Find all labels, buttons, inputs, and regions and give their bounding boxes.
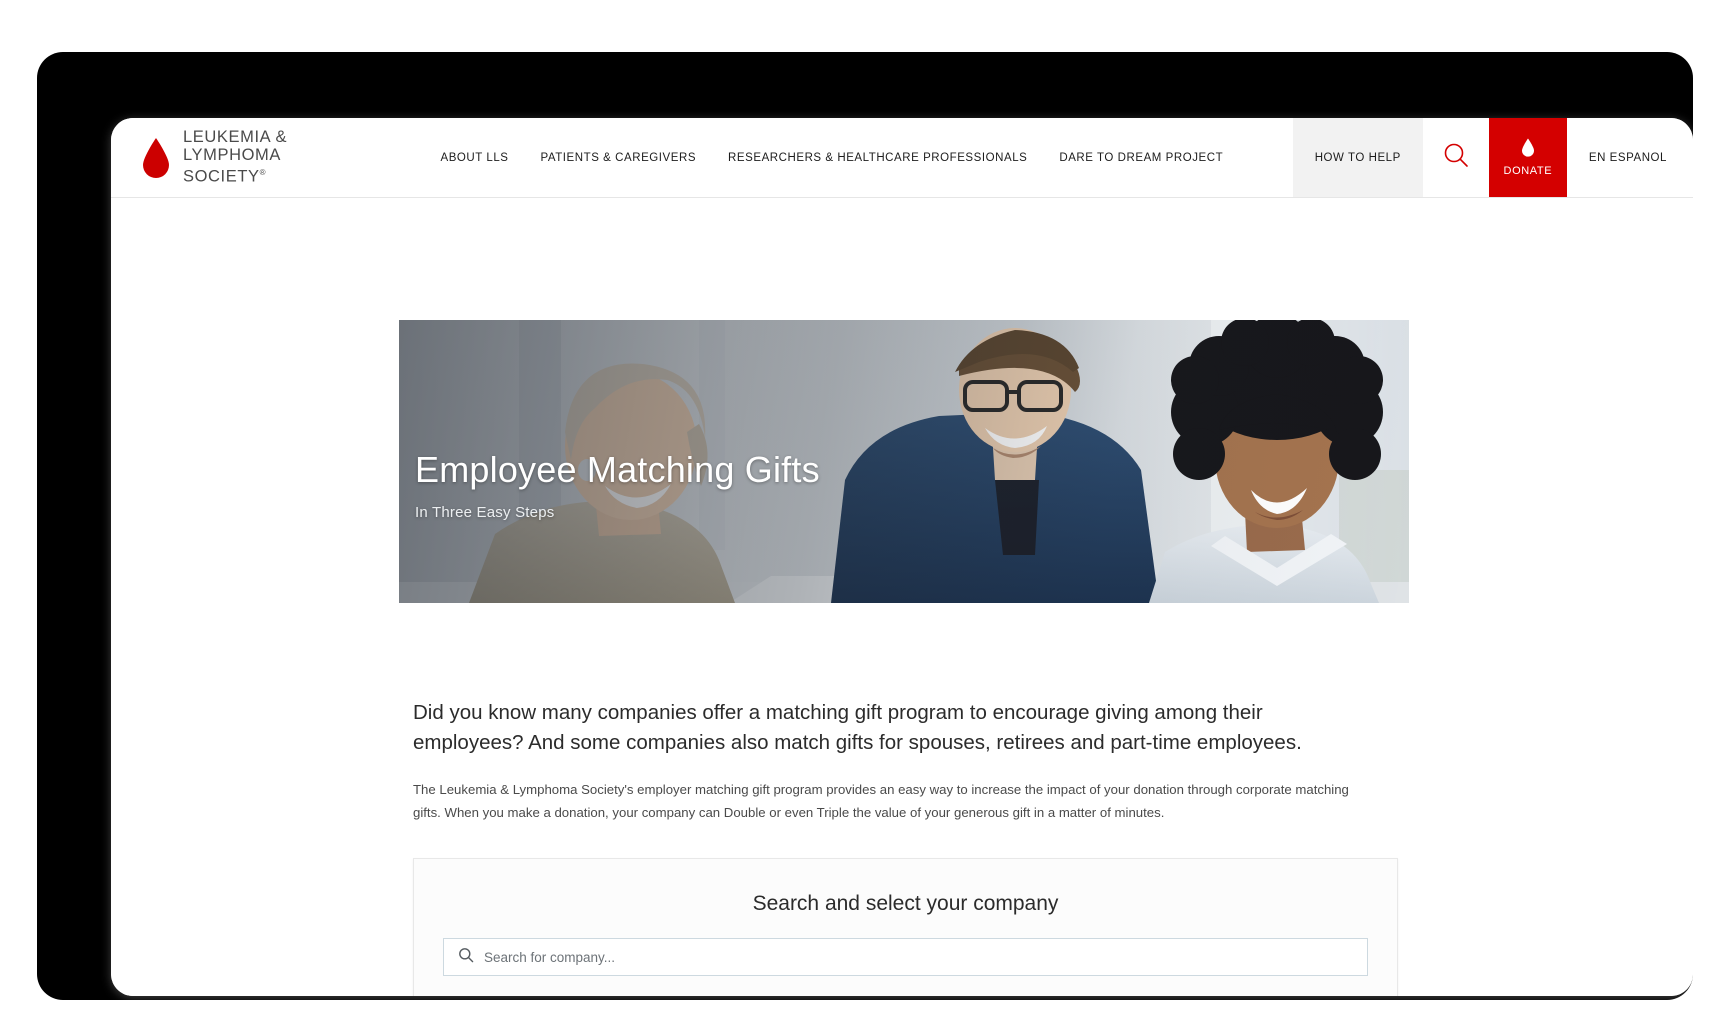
logo-line-2: LYMPHOMA: [183, 145, 282, 164]
hero-title: Employee Matching Gifts: [415, 449, 820, 490]
device-frame: LEUKEMIA & LYMPHOMA SOCIETY® ABOUT LLS P…: [37, 52, 1693, 1000]
nav-item-dare-to-dream-project[interactable]: DARE TO DREAM PROJECT: [1043, 152, 1239, 164]
company-search-card: Search and select your company Let's Che…: [413, 858, 1398, 996]
site-logo[interactable]: LEUKEMIA & LYMPHOMA SOCIETY®: [111, 118, 371, 197]
card-title: Search and select your company: [752, 892, 1059, 915]
nav-item-about-lls[interactable]: ABOUT LLS: [424, 152, 524, 164]
browser-page: LEUKEMIA & LYMPHOMA SOCIETY® ABOUT LLS P…: [111, 118, 1693, 996]
search-icon: [1442, 141, 1470, 174]
nav-item-en-espanol[interactable]: EN ESPANOL: [1567, 118, 1693, 197]
search-input[interactable]: [484, 949, 1353, 965]
lead-paragraph: Did you know many companies offer a matc…: [413, 701, 1302, 754]
logo-line-3: SOCIETY®: [183, 167, 267, 186]
donate-label: DONATE: [1503, 165, 1553, 177]
nav-item-how-to-help[interactable]: HOW TO HELP: [1292, 118, 1423, 197]
header-search-button[interactable]: [1422, 118, 1489, 197]
registered-mark: ®: [259, 168, 267, 177]
nav-item-researchers-healthcare-professionals[interactable]: RESEARCHERS & HEALTHCARE PROFESSIONALS: [712, 152, 1043, 164]
hero-banner: Employee Matching Gifts In Three Easy St…: [399, 320, 1409, 603]
header-actions: HOW TO HELP DONATE EN ESPANOL: [1292, 118, 1693, 197]
search-icon: [458, 947, 474, 968]
site-header: LEUKEMIA & LYMPHOMA SOCIETY® ABOUT LLS P…: [111, 118, 1693, 198]
primary-nav: ABOUT LLS PATIENTS & CAREGIVERS RESEARCH…: [371, 118, 1293, 197]
logo-line-1: LEUKEMIA &: [183, 128, 288, 146]
blood-drop-icon: [1521, 138, 1535, 162]
company-search-field[interactable]: [443, 938, 1368, 976]
logo-wordmark: LEUKEMIA & LYMPHOMA SOCIETY®: [183, 128, 288, 186]
blood-drop-icon: [141, 137, 171, 179]
hero-text-block: Employee Matching Gifts In Three Easy St…: [415, 450, 820, 521]
nav-item-patients-caregivers[interactable]: PATIENTS & CAREGIVERS: [525, 152, 713, 164]
page-content: Employee Matching Gifts In Three Easy St…: [111, 198, 1693, 996]
donate-button[interactable]: DONATE: [1488, 118, 1567, 197]
body-paragraph: The Leukemia & Lymphoma Society's employ…: [413, 782, 1349, 820]
hero-subtitle: In Three Easy Steps: [415, 503, 555, 521]
